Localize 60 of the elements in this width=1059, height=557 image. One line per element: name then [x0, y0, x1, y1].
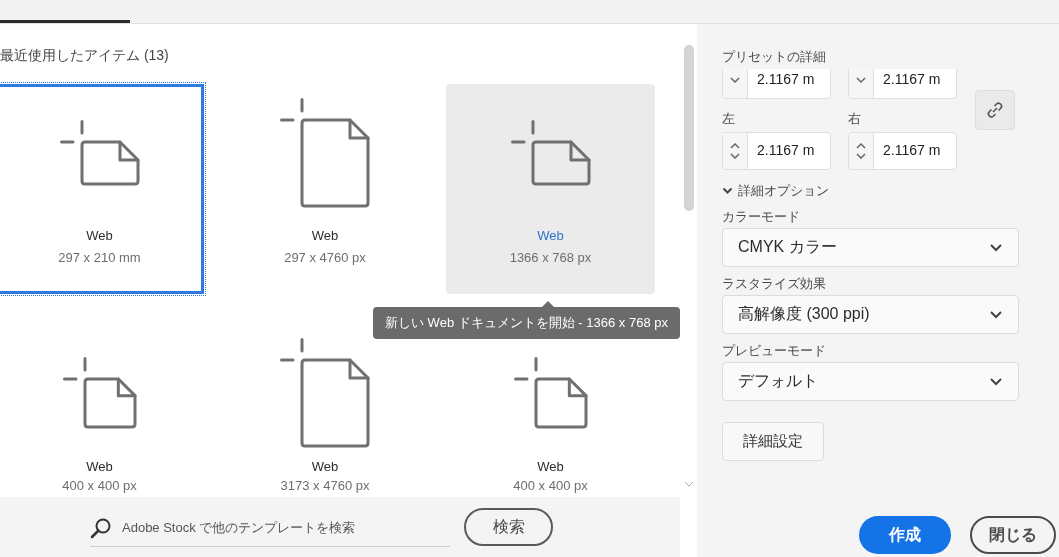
document-icon [62, 357, 137, 429]
dropdown[interactable]: 高解像度 (300 ppi) [722, 295, 1019, 334]
tooltip: 新しい Web ドキュメントを開始 - 1366 x 768 px [373, 307, 680, 339]
template-name: Web [311, 459, 339, 474]
search-button[interactable]: 検索 [464, 508, 553, 546]
chevron-down-icon [989, 310, 1003, 319]
document-icon [513, 357, 588, 429]
template-name: Web [311, 228, 339, 243]
template-size: 400 x 400 px [62, 478, 137, 493]
field-label: カラーモード [722, 208, 801, 226]
create-button[interactable]: 作成 [859, 516, 951, 554]
stepper-icon[interactable] [849, 69, 874, 98]
chevron-down-icon [722, 187, 733, 195]
search-placeholder: Adobe Stock で他のテンプレートを検索 [122, 518, 356, 537]
advanced-settings-button[interactable]: 詳細設定 [722, 422, 824, 461]
template-size: 297 x 4760 px [284, 250, 366, 265]
link-button[interactable] [975, 90, 1015, 130]
number-field[interactable]: 2.1167 m [722, 132, 831, 170]
field-label: プレビューモード [722, 342, 827, 360]
template-tile[interactable]: Web 400 x 400 px [446, 336, 655, 493]
template-size: 3173 x 4760 px [280, 478, 370, 493]
template-size: 1366 x 768 px [509, 250, 592, 265]
number-field[interactable]: 2.1167 m [722, 69, 831, 99]
chevron-down-icon [989, 243, 1003, 252]
template-size: 400 x 400 px [513, 478, 588, 493]
scroll-down-icon[interactable] [683, 481, 694, 487]
search-field[interactable]: Adobe Stock で他のテンプレートを検索 [90, 509, 450, 547]
field-label: ラスタライズ効果 [722, 275, 827, 293]
search-icon [90, 516, 112, 539]
template-tile[interactable]: Web 297 x 4760 px [220, 84, 430, 294]
advanced-options-toggle[interactable]: 詳細オプション [722, 182, 1059, 200]
template-name: Web [86, 459, 113, 474]
stepper-icon[interactable] [723, 133, 748, 169]
template-name: Web [537, 228, 564, 243]
scrollbar-thumb[interactable] [683, 45, 694, 211]
template-size: 297 x 210 mm [58, 250, 141, 265]
field-label: 左 [722, 110, 736, 128]
document-icon [280, 98, 370, 208]
number-field[interactable]: 2.1167 m [848, 132, 957, 170]
template-name: Web [86, 228, 113, 243]
stepper-icon[interactable] [849, 133, 874, 169]
number-field[interactable]: 2.1167 m [848, 69, 957, 99]
tooltip-arrow [542, 301, 554, 307]
document-icon [280, 338, 370, 448]
document-icon [510, 120, 591, 186]
close-button[interactable]: 閉じる [970, 516, 1056, 554]
stepper-icon[interactable] [723, 69, 748, 98]
document-icon [59, 120, 140, 186]
field-label: 右 [848, 110, 862, 128]
section-title: プリセットの詳細 [722, 48, 827, 66]
template-tile[interactable]: Web 297 x 210 mm [0, 84, 204, 294]
link-icon [985, 100, 1005, 120]
template-name: Web [537, 459, 564, 474]
dropdown[interactable]: CMYK カラー [722, 228, 1019, 267]
template-tile[interactable]: Web 1366 x 768 px [446, 84, 655, 294]
chevron-down-icon [989, 377, 1003, 386]
template-tile[interactable]: Web 400 x 400 px [0, 336, 204, 493]
section-title: 最近使用したアイテム (13) [0, 47, 170, 65]
template-tile[interactable]: Web 3173 x 4760 px [220, 336, 430, 493]
dropdown[interactable]: デフォルト [722, 362, 1019, 401]
